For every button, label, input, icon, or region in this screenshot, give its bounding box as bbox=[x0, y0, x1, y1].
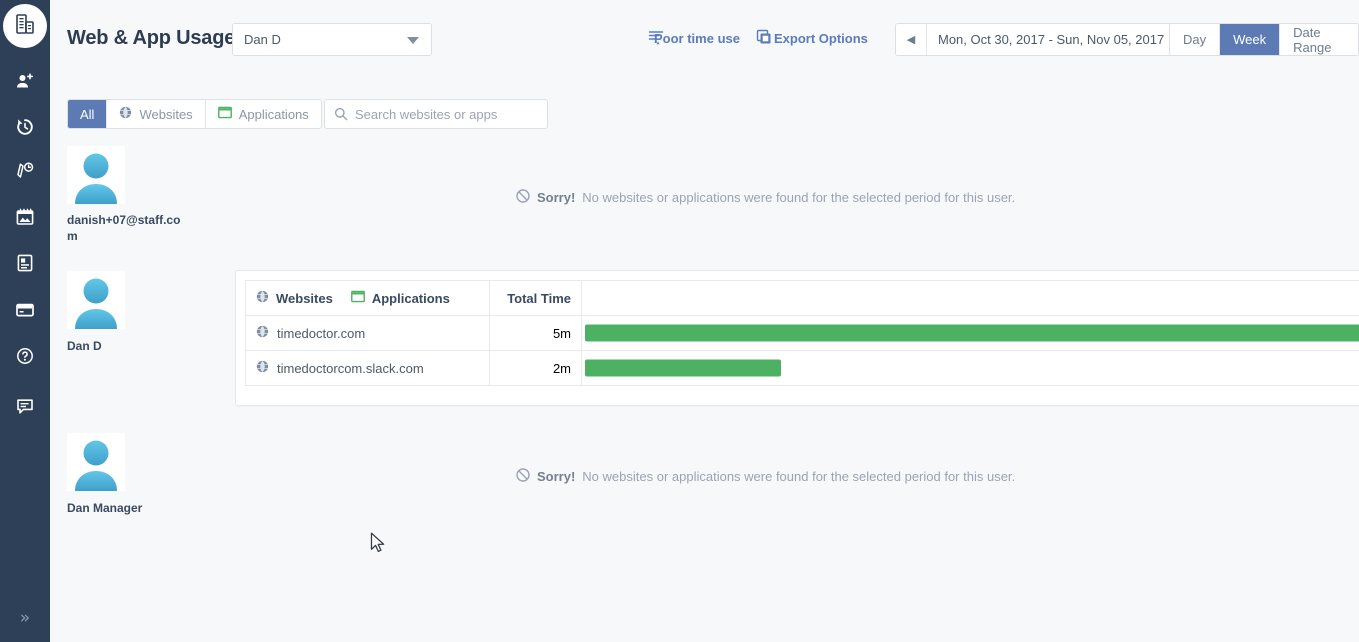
table-row[interactable]: timedoctorcom.slack.com 2m bbox=[246, 351, 1359, 386]
sidebar-expand-button[interactable]: » bbox=[0, 598, 50, 638]
sidebar-item-screenshots[interactable] bbox=[0, 195, 50, 239]
period-selector: Day Week Date Range bbox=[1169, 23, 1359, 56]
date-range-label[interactable]: Mon, Oct 30, 2017 - Sun, Nov 05, 2017 bbox=[926, 24, 1176, 55]
window-icon bbox=[351, 290, 365, 306]
poor-time-use-link[interactable]: Poor time use bbox=[654, 31, 740, 46]
tab-applications[interactable]: Applications bbox=[206, 100, 321, 128]
usage-bar bbox=[585, 360, 781, 377]
sidebar-item-history[interactable] bbox=[0, 105, 50, 149]
tab-all-label: All bbox=[80, 107, 94, 122]
tab-all[interactable]: All bbox=[68, 100, 107, 128]
search-icon bbox=[334, 107, 348, 126]
empty-state-text: No websites or applications were found f… bbox=[582, 190, 1015, 205]
feedback-icon bbox=[15, 396, 35, 416]
column-header-bar bbox=[582, 281, 1359, 316]
globe-icon bbox=[119, 106, 132, 122]
export-options-link[interactable]: Export Options bbox=[774, 31, 868, 46]
sidebar-item-help[interactable] bbox=[0, 334, 50, 378]
no-data-icon bbox=[516, 468, 530, 485]
empty-state-message: Sorry! No websites or applications were … bbox=[516, 468, 1015, 485]
row-bar-cell bbox=[582, 316, 1359, 351]
column-header-name: Websites Applications bbox=[246, 281, 490, 316]
sidebar: » bbox=[0, 0, 50, 642]
table-row[interactable]: timedoctor.com 5m bbox=[246, 316, 1359, 351]
sidebar-item-billing[interactable] bbox=[0, 288, 50, 332]
sidebar-item-add-user[interactable] bbox=[0, 60, 50, 104]
column-header-total-time: Total Time bbox=[490, 281, 582, 316]
mouse-cursor bbox=[368, 531, 386, 560]
empty-state-bold: Sorry! bbox=[537, 190, 575, 205]
empty-state-text: No websites or applications were found f… bbox=[582, 469, 1015, 484]
edit-time-icon bbox=[15, 161, 35, 181]
avatar bbox=[67, 271, 125, 329]
globe-icon bbox=[256, 360, 269, 376]
buildings-logo-icon bbox=[13, 12, 37, 41]
billing-icon bbox=[15, 300, 35, 320]
period-button-date-range[interactable]: Date Range bbox=[1280, 24, 1358, 55]
no-data-icon bbox=[516, 189, 530, 206]
add-user-icon bbox=[15, 72, 35, 92]
avatar bbox=[67, 146, 125, 204]
row-site-name: timedoctor.com bbox=[277, 326, 365, 341]
empty-state-message: Sorry! No websites or applications were … bbox=[516, 189, 1015, 206]
period-button-day[interactable]: Day bbox=[1170, 24, 1220, 55]
tab-applications-label: Applications bbox=[239, 107, 309, 122]
date-navigator: ◀ Mon, Oct 30, 2017 - Sun, Nov 05, 2017 … bbox=[895, 23, 1207, 56]
tab-websites[interactable]: Websites bbox=[107, 100, 205, 128]
period-button-week[interactable]: Week bbox=[1220, 24, 1280, 55]
user-name: Dan Manager bbox=[67, 500, 185, 516]
page-title: Web & App Usage bbox=[67, 27, 235, 50]
search-box[interactable] bbox=[324, 99, 548, 129]
main-content: Web & App Usage Dan D Poor time use Expo… bbox=[50, 0, 1359, 642]
row-name-cell: timedoctor.com bbox=[246, 316, 490, 351]
empty-state-bold: Sorry! bbox=[537, 469, 575, 484]
globe-icon bbox=[256, 325, 269, 341]
row-name-cell: timedoctorcom.slack.com bbox=[246, 351, 490, 386]
user-select-dropdown[interactable]: Dan D bbox=[232, 23, 432, 56]
prev-period-button[interactable]: ◀ bbox=[896, 24, 926, 55]
row-total-time: 2m bbox=[490, 351, 582, 386]
time-history-icon bbox=[15, 117, 35, 137]
row-total-time: 5m bbox=[490, 316, 582, 351]
row-site-name: timedoctorcom.slack.com bbox=[277, 361, 424, 376]
column-header-applications: Applications bbox=[372, 291, 450, 306]
sidebar-item-feedback[interactable] bbox=[0, 384, 50, 428]
table-header-row: Websites Applications Total Time bbox=[246, 281, 1359, 316]
row-bar-cell bbox=[582, 351, 1359, 386]
window-icon bbox=[218, 106, 232, 122]
export-icon[interactable] bbox=[756, 29, 772, 50]
column-header-websites: Websites bbox=[276, 291, 333, 306]
sidebar-item-reports[interactable] bbox=[0, 241, 50, 285]
reports-icon bbox=[15, 253, 35, 273]
filter-tabs: All Websites Applications bbox=[67, 99, 322, 129]
usage-bar bbox=[585, 325, 1359, 342]
screenshots-icon bbox=[15, 207, 35, 227]
tab-websites-label: Websites bbox=[139, 107, 192, 122]
user-select-value: Dan D bbox=[244, 32, 281, 47]
search-input[interactable] bbox=[353, 100, 543, 128]
help-icon bbox=[15, 346, 35, 366]
usage-table-card: Websites Applications Total Time bbox=[235, 270, 1359, 406]
chevron-down-icon bbox=[407, 37, 419, 44]
user-name: Dan D bbox=[67, 338, 185, 354]
globe-icon bbox=[256, 290, 269, 306]
usage-table: Websites Applications Total Time bbox=[245, 280, 1359, 386]
sidebar-item-edit-time[interactable] bbox=[0, 149, 50, 193]
app-logo[interactable] bbox=[3, 4, 47, 48]
user-name: danish+07@staff.com bbox=[67, 212, 185, 244]
avatar bbox=[67, 433, 125, 491]
